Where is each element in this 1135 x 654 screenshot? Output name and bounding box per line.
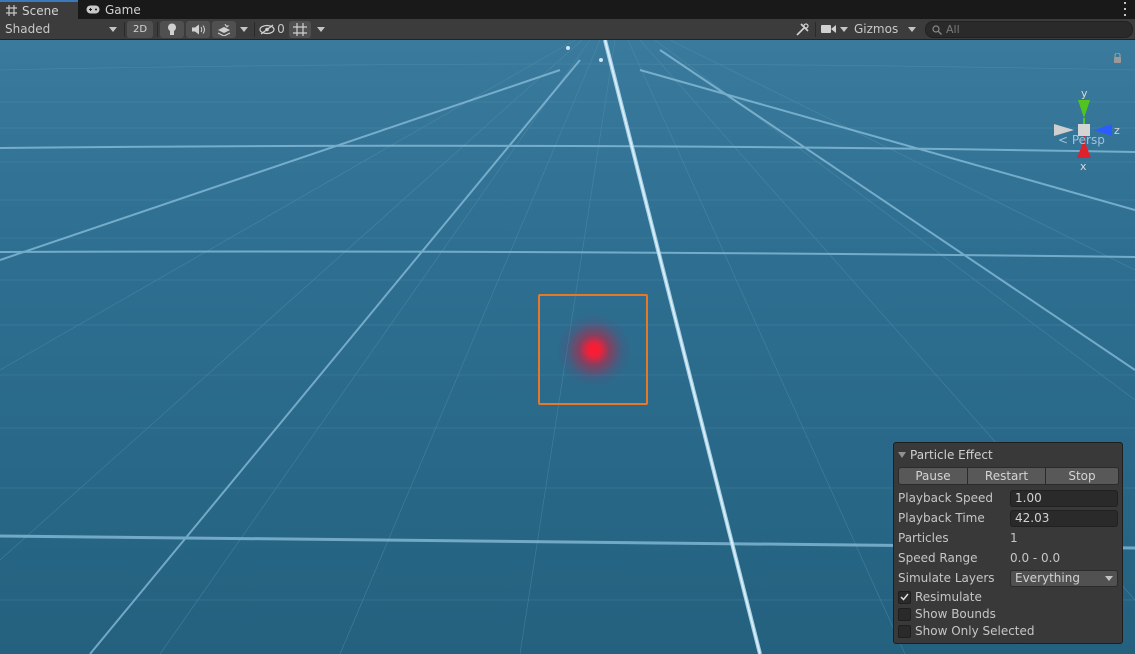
eye-hidden-icon xyxy=(259,23,275,35)
chevron-down-icon xyxy=(839,26,848,32)
gizmos-label: Gizmos xyxy=(854,22,899,36)
search-input[interactable]: All xyxy=(925,21,1133,38)
lightbulb-icon xyxy=(168,23,176,35)
playback-buttons: Pause Restart Stop xyxy=(898,467,1119,485)
more-options-icon[interactable] xyxy=(1123,2,1127,16)
lighting-toggle-button[interactable] xyxy=(160,21,184,38)
speed-range-row: Speed Range 0.0 - 0.0 xyxy=(898,549,1120,567)
show-only-selected-label[interactable]: Show Only Selected xyxy=(915,624,1035,638)
speed-range-label: Speed Range xyxy=(898,551,978,565)
simulate-layers-row: Simulate Layers Everything xyxy=(898,569,1120,587)
checkmark-icon xyxy=(900,593,909,601)
chevron-down-icon xyxy=(908,26,916,32)
restart-button[interactable]: Restart xyxy=(968,467,1046,485)
playback-time-field[interactable]: 42.03 xyxy=(1010,509,1118,527)
axis-y-label: y xyxy=(1081,87,1088,100)
playback-time-row: Playback Time 42.03 xyxy=(898,509,1120,527)
tools-button[interactable] xyxy=(792,19,812,39)
draw-mode-label: Shaded xyxy=(5,22,51,36)
camera-icon xyxy=(820,25,836,33)
projection-toggle[interactable]: < Persp xyxy=(1058,133,1105,147)
selection-outline xyxy=(538,294,648,405)
particle-effect-title: Particle Effect xyxy=(910,448,993,462)
toolbar-divider xyxy=(815,22,816,37)
tab-scene[interactable]: Scene xyxy=(0,0,78,19)
simulate-layers-label: Simulate Layers xyxy=(898,571,995,585)
simulate-layers-dropdown[interactable]: Everything xyxy=(1010,569,1118,587)
tab-game[interactable]: Game xyxy=(80,0,150,19)
lock-icon[interactable] xyxy=(1113,53,1122,63)
search-placeholder: All xyxy=(946,23,960,36)
playback-speed-label[interactable]: Playback Speed xyxy=(898,491,1010,505)
resimulate-checkbox[interactable] xyxy=(898,590,911,604)
gamepad-icon xyxy=(86,5,100,14)
audio-toggle-button[interactable] xyxy=(186,21,210,38)
layers-effects-icon xyxy=(217,23,231,36)
show-only-selected-row: Show Only Selected xyxy=(898,622,1120,640)
playback-time-label[interactable]: Playback Time xyxy=(898,511,1010,525)
simulate-layers-value: Everything xyxy=(1015,571,1080,585)
particles-count: 1 xyxy=(1010,531,1018,545)
chevron-down-icon xyxy=(317,26,325,32)
show-bounds-row: Show Bounds xyxy=(898,605,1120,623)
particle-effect-header[interactable]: Particle Effect xyxy=(898,448,993,462)
editor-tab-bar: Scene Game xyxy=(0,0,1135,19)
playback-speed-row: Playback Speed 1.00 xyxy=(898,489,1120,507)
speaker-icon xyxy=(191,24,205,35)
particles-row: Particles 1 xyxy=(898,529,1120,547)
show-bounds-label[interactable]: Show Bounds xyxy=(915,607,996,621)
hidden-objects-toggle[interactable]: 0 xyxy=(257,19,287,39)
chevron-down-icon xyxy=(1105,575,1113,581)
particles-label: Particles xyxy=(898,531,949,545)
scene-viewport[interactable]: y z x < Persp Particle Effect Pause Rest… xyxy=(0,40,1135,654)
toolbar-divider xyxy=(157,22,158,37)
grid-snap-dropdown[interactable] xyxy=(313,19,329,39)
show-only-selected-checkbox[interactable] xyxy=(898,624,911,638)
toolbar-divider xyxy=(254,22,255,37)
pause-button[interactable]: Pause xyxy=(898,467,968,485)
y-axis-cone[interactable] xyxy=(1078,100,1090,118)
draw-mode-dropdown[interactable]: Shaded xyxy=(0,19,122,39)
camera-settings-button[interactable] xyxy=(819,19,849,39)
effects-dropdown[interactable] xyxy=(237,19,251,39)
effects-toggle-button[interactable] xyxy=(212,21,236,38)
grid-snap-toggle-button[interactable] xyxy=(289,21,311,38)
particle-effect-panel: Particle Effect Pause Restart Stop Playb… xyxy=(893,442,1123,644)
toolbar-divider xyxy=(124,22,125,37)
resimulate-row: Resimulate xyxy=(898,588,1120,606)
axis-x-label: x xyxy=(1080,160,1087,173)
playback-speed-field[interactable]: 1.00 xyxy=(1010,489,1118,507)
resimulate-label[interactable]: Resimulate xyxy=(915,590,982,604)
grid-snap-icon xyxy=(293,23,307,36)
gizmos-dropdown[interactable]: Gizmos xyxy=(852,19,918,39)
collapse-triangle-icon[interactable] xyxy=(898,452,906,458)
2d-toggle-button[interactable]: 2D xyxy=(127,21,153,38)
axis-z-label: z xyxy=(1114,124,1120,137)
chevron-down-icon xyxy=(240,26,248,32)
grid-icon xyxy=(6,5,17,16)
stop-button[interactable]: Stop xyxy=(1046,467,1119,485)
chevron-down-icon xyxy=(109,26,117,32)
2d-toggle-label: 2D xyxy=(132,24,148,35)
tools-icon xyxy=(795,22,809,36)
tab-game-label: Game xyxy=(105,2,141,17)
tab-scene-label: Scene xyxy=(22,3,59,18)
hidden-count: 0 xyxy=(277,22,285,36)
show-bounds-checkbox[interactable] xyxy=(898,607,911,621)
scene-toolbar: Shaded 2D 0 Gizmos All xyxy=(0,19,1135,40)
speed-range-value: 0.0 - 0.0 xyxy=(1010,551,1061,565)
search-icon xyxy=(932,24,942,35)
